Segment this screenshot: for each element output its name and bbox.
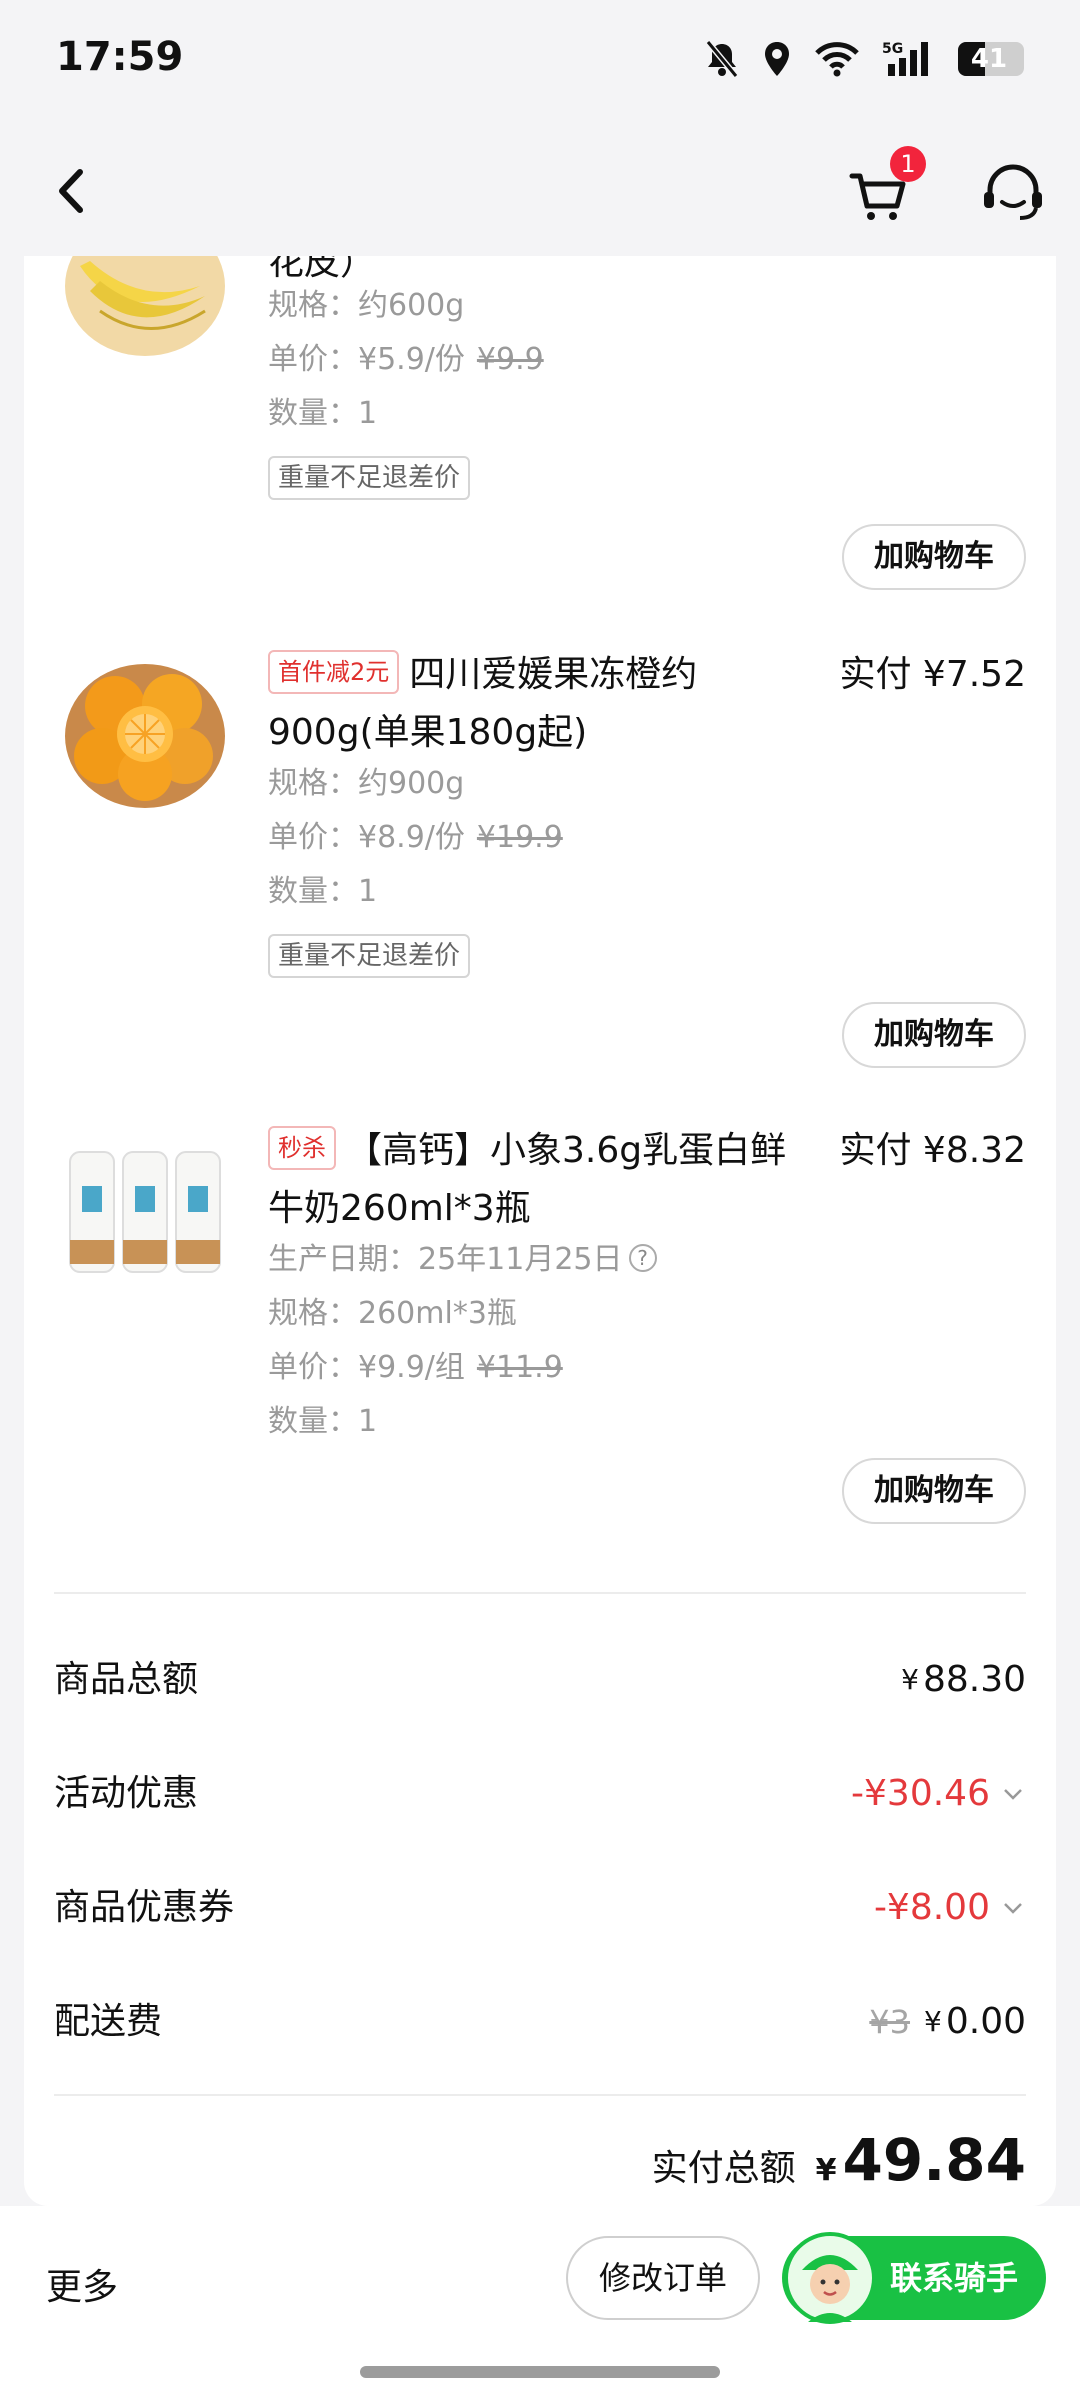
product-thumb-banana bbox=[65, 256, 225, 356]
product-quantity: 数量：1 bbox=[268, 396, 378, 431]
cart-button[interactable]: 1 bbox=[840, 146, 926, 232]
product-item-banana[interactable]: 花皮） 规格：约600g 单价：¥5.9/份 ¥9.9 数量：1 重量不足退差价 … bbox=[24, 256, 1056, 616]
activity-discount-value: -¥30.46 bbox=[851, 1764, 1026, 1824]
chevron-down-icon bbox=[1004, 1789, 1022, 1800]
signal-5g-icon: 5G bbox=[882, 41, 928, 76]
chevron-down-icon bbox=[1004, 1903, 1022, 1914]
total-currency: ¥ bbox=[815, 2153, 837, 2188]
status-bar: 17:59 5G 41 bbox=[0, 0, 1080, 126]
product-title: 首件减2元 四川爱媛果冻橙约900g(单果180g起) bbox=[268, 646, 798, 762]
location-icon bbox=[765, 42, 789, 76]
product-quantity: 数量：1 bbox=[268, 1404, 378, 1439]
refund-difference-tag: 重量不足退差价 bbox=[268, 934, 471, 978]
status-time: 17:59 bbox=[56, 34, 184, 80]
battery-level: 41 bbox=[970, 44, 1008, 74]
goods-total-row: 商品总额 ¥88.30 bbox=[54, 1650, 1026, 1710]
back-button[interactable] bbox=[44, 156, 104, 226]
product-spec: 规格：260ml*3瓶 bbox=[268, 1296, 517, 1331]
more-button[interactable]: 更多 bbox=[46, 2258, 118, 2318]
product-title: 秒杀 【高钙】小象3.6g乳蛋白鲜牛奶260ml*3瓶 bbox=[268, 1122, 798, 1238]
refund-difference-tag: 重量不足退差价 bbox=[268, 456, 471, 500]
product-unit-price: 单价：¥8.9/份 ¥19.9 bbox=[268, 820, 563, 855]
product-thumb-milk bbox=[69, 1151, 221, 1273]
goods-total-value: ¥88.30 bbox=[901, 1659, 1026, 1700]
contact-rider-label: 联系骑手 bbox=[890, 2259, 1019, 2297]
original-price: ¥11.9 bbox=[476, 1350, 563, 1385]
product-unit-price: 单价：¥5.9/份 ¥9.9 bbox=[268, 342, 544, 377]
header: 1 bbox=[0, 126, 1080, 256]
divider bbox=[54, 1592, 1026, 1594]
add-to-cart-button[interactable]: 加购物车 bbox=[842, 524, 1026, 590]
divider bbox=[54, 2094, 1026, 2096]
cart-count-badge: 1 bbox=[890, 146, 926, 182]
total-paid-row: 实付总额 ¥ 49.84 bbox=[652, 2126, 1026, 2206]
help-icon[interactable]: ? bbox=[628, 1243, 657, 1272]
total-paid-value: 49.84 bbox=[842, 2126, 1026, 2194]
activity-discount-label: 活动优惠 bbox=[54, 1773, 199, 1814]
svg-text:5G: 5G bbox=[882, 41, 903, 57]
home-indicator[interactable] bbox=[360, 2366, 720, 2378]
original-price: ¥19.9 bbox=[476, 820, 563, 855]
product-item-milk[interactable]: 秒杀 【高钙】小象3.6g乳蛋白鲜牛奶260ml*3瓶 实付 ¥8.32 生产日期… bbox=[24, 1122, 1056, 1542]
product-spec: 规格：约600g bbox=[268, 288, 465, 323]
customer-service-button[interactable] bbox=[978, 158, 1048, 228]
battery-icon: 41 bbox=[958, 42, 1024, 76]
product-production-date: 生产日期：25年11月25日? bbox=[268, 1240, 657, 1280]
rider-avatar-icon bbox=[784, 2232, 876, 2324]
promo-tag: 首件减2元 bbox=[268, 650, 400, 694]
add-to-cart-button[interactable]: 加购物车 bbox=[842, 1458, 1026, 1524]
original-price: ¥9.9 bbox=[476, 342, 544, 377]
product-item-orange[interactable]: 首件减2元 四川爱媛果冻橙约900g(单果180g起) 实付 ¥7.52 规格：约… bbox=[24, 646, 1056, 1068]
status-icons: 5G 41 bbox=[704, 40, 1024, 78]
product-quantity: 数量：1 bbox=[268, 874, 378, 909]
product-unit-price: 单价：¥9.9/组 ¥11.9 bbox=[268, 1350, 563, 1385]
product-spec: 规格：约900g bbox=[268, 766, 465, 801]
activity-discount-row[interactable]: 活动优惠 -¥30.46 bbox=[54, 1764, 1026, 1824]
delivery-fee-original: ¥3 bbox=[869, 2003, 911, 2041]
delivery-fee-label: 配送费 bbox=[54, 2001, 163, 2042]
headset-icon bbox=[984, 164, 1042, 220]
order-detail-card: 花皮） 规格：约600g 单价：¥5.9/份 ¥9.9 数量：1 重量不足退差价 … bbox=[24, 256, 1056, 2206]
coupon-value: -¥8.00 bbox=[874, 1878, 1026, 1938]
coupon-row[interactable]: 商品优惠券 -¥8.00 bbox=[54, 1878, 1026, 1938]
goods-total-label: 商品总额 bbox=[54, 1659, 199, 1700]
total-paid-label: 实付总额 bbox=[651, 2148, 796, 2189]
product-paid-amount: 实付 ¥7.52 bbox=[839, 654, 1026, 695]
contact-rider-button[interactable]: 联系骑手 bbox=[782, 2232, 1046, 2324]
product-thumb-orange bbox=[65, 664, 225, 808]
wifi-icon bbox=[815, 42, 859, 77]
mute-bell-icon bbox=[705, 40, 739, 78]
modify-order-button[interactable]: 修改订单 bbox=[566, 2236, 760, 2320]
delivery-fee-value: ¥3 ¥0.00 bbox=[869, 1992, 1026, 2052]
add-to-cart-button[interactable]: 加购物车 bbox=[842, 1002, 1026, 1068]
delivery-fee-row: 配送费 ¥3 ¥0.00 bbox=[54, 1992, 1026, 2052]
back-arrow-icon bbox=[59, 169, 83, 213]
coupon-label: 商品优惠券 bbox=[54, 1887, 235, 1928]
product-paid-amount: 实付 ¥8.32 bbox=[839, 1130, 1026, 1171]
flash-sale-tag: 秒杀 bbox=[268, 1126, 336, 1170]
